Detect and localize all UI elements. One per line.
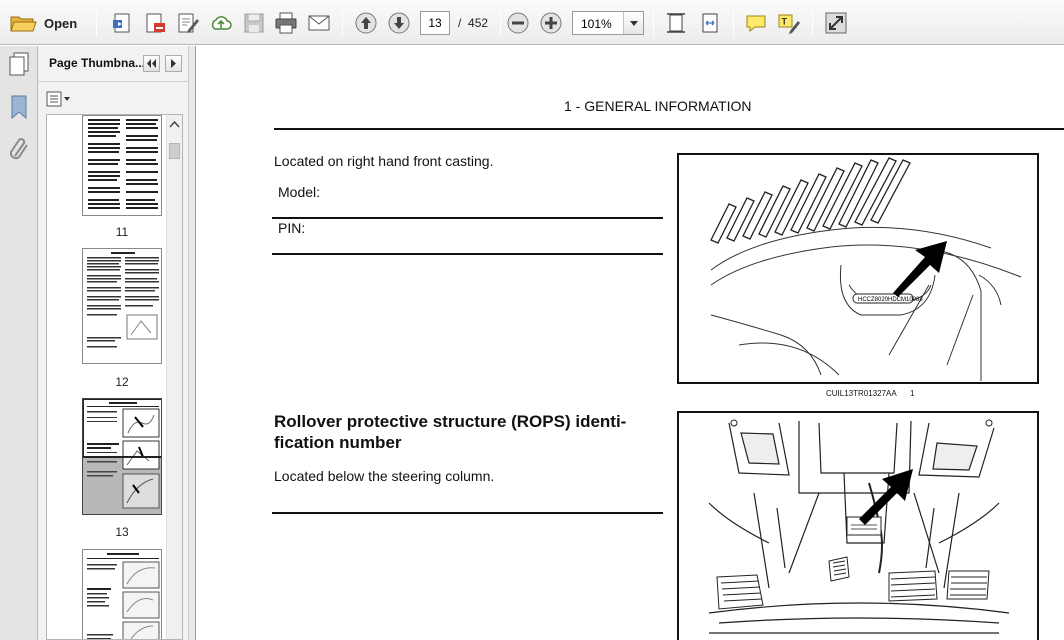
- model-label: Model:: [278, 184, 321, 200]
- chevron-right-icon: [171, 59, 176, 68]
- chevron-up-icon[interactable]: [169, 119, 180, 129]
- header-rule: [274, 128, 1064, 130]
- thumbnails-header: Page Thumbna...: [38, 46, 188, 82]
- thumbnail-page-14[interactable]: [82, 549, 162, 639]
- open-button[interactable]: Open: [44, 16, 77, 31]
- edit-pdf-icon[interactable]: [176, 11, 200, 35]
- email-icon[interactable]: [307, 11, 331, 35]
- thumbnail-label: 12: [115, 375, 129, 389]
- zoom-in-icon[interactable]: [539, 11, 563, 35]
- double-chevron-left-icon: [147, 59, 156, 68]
- thumbnail-label: 11: [115, 225, 129, 239]
- next-page-icon[interactable]: [387, 11, 411, 35]
- navigation-rail: [0, 46, 38, 640]
- thumbnail-page-12[interactable]: [82, 248, 162, 364]
- pin-label: PIN:: [278, 220, 306, 236]
- expand-panel-button[interactable]: [165, 55, 182, 72]
- comment-icon[interactable]: [744, 11, 768, 35]
- upload-cloud-icon[interactable]: [209, 11, 233, 35]
- section-text: Located below the steering column.: [274, 468, 495, 484]
- zoom-select[interactable]: 101%: [572, 11, 644, 35]
- bookmark-icon[interactable]: [9, 94, 29, 120]
- figure-2: [677, 411, 1039, 640]
- toolbar: Open / 452 101%: [0, 0, 1064, 45]
- thumbnail-image: [88, 119, 158, 209]
- thumbnail-scrollbar[interactable]: [166, 115, 182, 639]
- page-total: / 452: [458, 16, 488, 30]
- figure-caption: CUIL13TR01327AA: [826, 389, 897, 398]
- thumbnail-image: [87, 252, 159, 348]
- page-thumbnails-panel: Page Thumbna... 11 12 13: [38, 46, 188, 640]
- table-rule: [272, 512, 663, 514]
- section-heading-line1: Rollover protective structure (ROPS) ide…: [274, 412, 627, 431]
- thumbnail-page-13[interactable]: [82, 398, 162, 515]
- thumbnail-options-icon[interactable]: [46, 91, 72, 107]
- figure-number: 1: [910, 389, 915, 398]
- copy-icon[interactable]: [8, 52, 30, 76]
- panel-splitter[interactable]: [188, 46, 196, 640]
- scrollbar-thumb[interactable]: [169, 143, 180, 159]
- figure-1: HCCZ8020HDCM10988: [677, 153, 1039, 384]
- toolbar-separator: [96, 10, 97, 36]
- collapse-panel-button[interactable]: [143, 55, 160, 72]
- toolbar-separator: [342, 10, 343, 36]
- print-icon[interactable]: [274, 11, 298, 35]
- toolbar-separator: [500, 10, 501, 36]
- fit-page-icon[interactable]: [664, 11, 688, 35]
- thumbnail-page-11[interactable]: [82, 115, 162, 216]
- document-view[interactable]: 1 - GENERAL INFORMATION Located on right…: [196, 46, 1064, 640]
- toolbar-separator: [653, 10, 654, 36]
- thumbnail-image: [87, 553, 160, 639]
- panel-title: Page Thumbna...: [49, 56, 144, 70]
- fullscreen-icon[interactable]: [824, 11, 848, 35]
- chevron-down-icon[interactable]: [623, 12, 643, 34]
- table-rule: [272, 253, 663, 255]
- save-icon[interactable]: [242, 11, 266, 35]
- section-heading: Rollover protective structure (ROPS) ide…: [274, 411, 626, 453]
- serial-plate-text: HCCZ8020HDCM10988: [858, 297, 923, 303]
- thumbnail-image: [83, 399, 161, 514]
- page-count: 452: [468, 16, 489, 30]
- table-rule: [272, 217, 663, 219]
- section-heading-line2: fication number: [274, 433, 402, 452]
- page-header: 1 - GENERAL INFORMATION: [564, 98, 752, 114]
- page-separator: /: [458, 16, 462, 30]
- figure-1-drawing: HCCZ8020HDCM10988: [710, 157, 1022, 381]
- previous-page-icon[interactable]: [354, 11, 378, 35]
- zoom-value: 101%: [581, 17, 612, 31]
- export-pdf-icon[interactable]: [143, 11, 167, 35]
- attachment-icon[interactable]: [7, 136, 31, 162]
- fit-width-icon[interactable]: [698, 11, 722, 35]
- toolbar-separator: [812, 10, 813, 36]
- svg-text:T: T: [782, 17, 788, 27]
- thumbnail-list[interactable]: 11 12 13: [46, 114, 183, 640]
- zoom-out-icon[interactable]: [506, 11, 530, 35]
- highlight-icon[interactable]: T: [777, 11, 801, 35]
- folder-open-icon[interactable]: [9, 9, 37, 37]
- thumbnail-label: 13: [115, 525, 129, 539]
- create-pdf-icon[interactable]: [110, 11, 134, 35]
- figure-2-drawing: [708, 419, 1010, 634]
- page-number-input[interactable]: [420, 11, 450, 35]
- toolbar-separator: [733, 10, 734, 36]
- section-text: Located on right hand front casting.: [274, 153, 494, 169]
